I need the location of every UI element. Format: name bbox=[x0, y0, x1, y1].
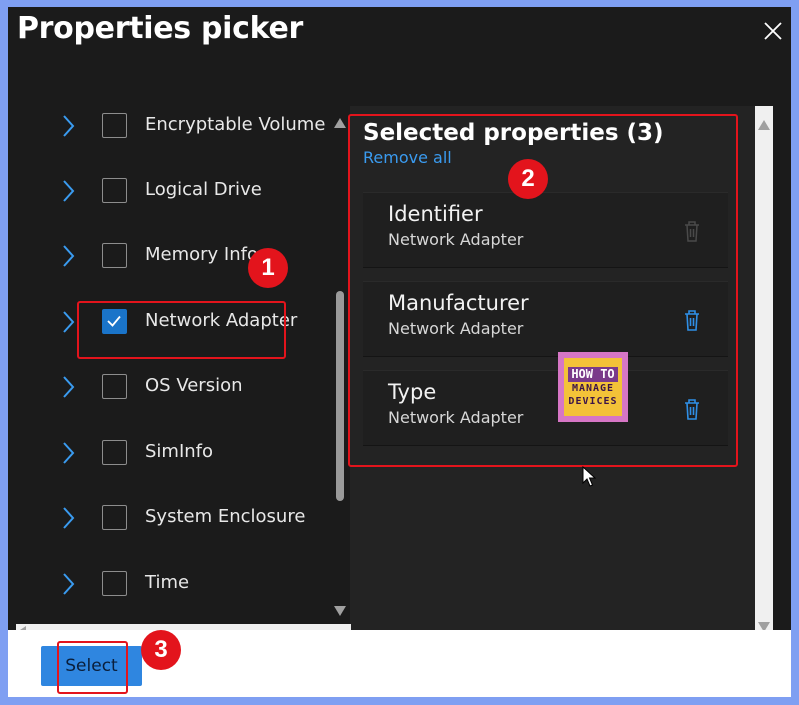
chevron-right-icon[interactable] bbox=[60, 572, 76, 596]
chevron-right-icon[interactable] bbox=[60, 441, 76, 465]
property-name: Manufacturer bbox=[388, 291, 529, 315]
property-name: Type bbox=[388, 380, 437, 404]
chevron-right-icon[interactable] bbox=[60, 375, 76, 399]
list-item-os-version[interactable]: OS Version bbox=[16, 357, 331, 417]
scroll-up-arrow-icon[interactable] bbox=[333, 116, 347, 128]
dialog-title: Properties picker bbox=[17, 11, 304, 46]
howto-managedevices-logo: HOW TO MANAGE DEVICES bbox=[558, 352, 628, 422]
list-item-logical-drive[interactable]: Logical Drive bbox=[16, 161, 331, 221]
list-item-network-adapter[interactable]: Network Adapter bbox=[16, 292, 331, 352]
list-item-label: Memory Info bbox=[145, 244, 258, 265]
list-item-label: System Enclosure bbox=[145, 506, 306, 527]
logo-inner: HOW TO MANAGE DEVICES bbox=[564, 358, 622, 416]
checkbox[interactable] bbox=[102, 243, 127, 268]
list-item-label: Encryptable Volume bbox=[145, 114, 326, 135]
checkbox[interactable] bbox=[102, 505, 127, 530]
checkbox[interactable] bbox=[102, 178, 127, 203]
step-marker: 3 bbox=[141, 630, 181, 670]
properties-picker-dialog: Properties picker Encryptable Volume Log… bbox=[8, 7, 791, 697]
scroll-down-arrow-icon[interactable] bbox=[333, 604, 347, 616]
chevron-right-icon[interactable] bbox=[60, 506, 76, 530]
list-item-encryptable-volume[interactable]: Encryptable Volume bbox=[16, 106, 331, 156]
select-button[interactable]: Select bbox=[41, 646, 142, 686]
property-category: Network Adapter bbox=[388, 230, 524, 249]
property-category-list: Encryptable Volume Logical Drive Memory … bbox=[16, 106, 331, 629]
property-category: Network Adapter bbox=[388, 319, 524, 338]
chevron-right-icon[interactable] bbox=[60, 179, 76, 203]
step-marker: 2 bbox=[508, 159, 548, 199]
checkbox[interactable] bbox=[102, 374, 127, 399]
logo-text-top: HOW TO bbox=[568, 366, 618, 382]
list-item-label: Logical Drive bbox=[145, 179, 262, 200]
chevron-right-icon[interactable] bbox=[60, 114, 76, 138]
logo-text-line2: DEVICES bbox=[568, 395, 618, 407]
checkbox[interactable] bbox=[102, 113, 127, 138]
selected-property-card: Identifier Network Adapter bbox=[363, 193, 728, 267]
checkbox-checked[interactable] bbox=[102, 309, 127, 334]
property-category: Network Adapter bbox=[388, 408, 524, 427]
selected-property-card: Manufacturer Network Adapter bbox=[363, 282, 728, 356]
list-item-siminfo[interactable]: SimInfo bbox=[16, 423, 331, 483]
checkbox[interactable] bbox=[102, 571, 127, 596]
list-item-time[interactable]: Time bbox=[16, 554, 331, 614]
logo-text-line1: MANAGE bbox=[571, 382, 615, 394]
list-item-label: OS Version bbox=[145, 375, 243, 396]
panel-scrollbar[interactable] bbox=[755, 106, 773, 636]
remove-all-link[interactable]: Remove all bbox=[363, 148, 452, 167]
property-name: Identifier bbox=[388, 202, 483, 226]
list-item-label: Network Adapter bbox=[145, 310, 298, 331]
list-item-label: SimInfo bbox=[145, 441, 214, 462]
selected-property-card: Type Network Adapter bbox=[363, 371, 728, 445]
selected-properties-panel: Selected properties (3) Remove all Ident… bbox=[350, 106, 755, 636]
list-scrollbar[interactable] bbox=[331, 106, 349, 629]
selected-properties-title: Selected properties (3) bbox=[363, 120, 664, 146]
scrollbar-thumb[interactable] bbox=[336, 291, 344, 501]
step-marker: 1 bbox=[248, 248, 288, 288]
delete-icon[interactable] bbox=[681, 219, 703, 243]
mouse-cursor-icon bbox=[582, 466, 596, 488]
close-icon[interactable] bbox=[762, 20, 784, 42]
delete-icon[interactable] bbox=[681, 397, 703, 421]
chevron-right-icon[interactable] bbox=[60, 244, 76, 268]
list-item-label: Time bbox=[145, 572, 190, 593]
chevron-right-icon[interactable] bbox=[60, 310, 76, 334]
checkbox[interactable] bbox=[102, 440, 127, 465]
list-item-system-enclosure[interactable]: System Enclosure bbox=[16, 488, 331, 548]
scroll-up-arrow-icon[interactable] bbox=[757, 118, 771, 130]
delete-icon[interactable] bbox=[681, 308, 703, 332]
